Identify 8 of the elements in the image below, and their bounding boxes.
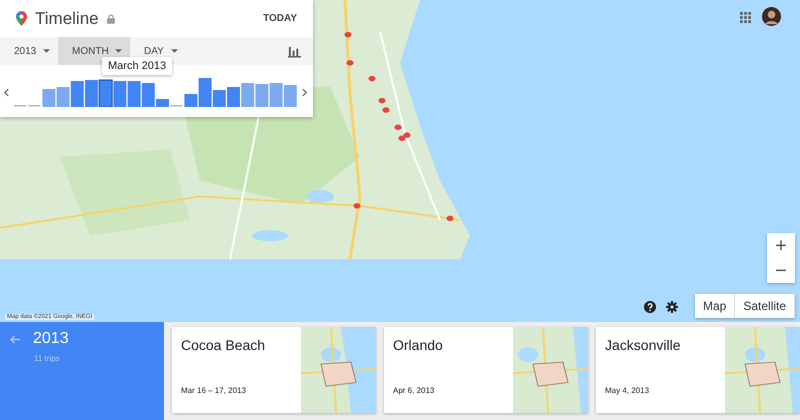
trip-place: Cocoa Beach [181,337,266,353]
trip-place: Jacksonville [605,337,682,353]
trip-place: Orlando [393,337,444,353]
trip-count: 11 trips [34,354,61,363]
trip-dates: May 4, 2013 [605,386,650,395]
trip-dates: Mar 16 – 17, 2013 [181,386,247,395]
trip-dates: Apr 6, 2013 [393,386,436,395]
summary-year: 2013 [33,330,69,348]
